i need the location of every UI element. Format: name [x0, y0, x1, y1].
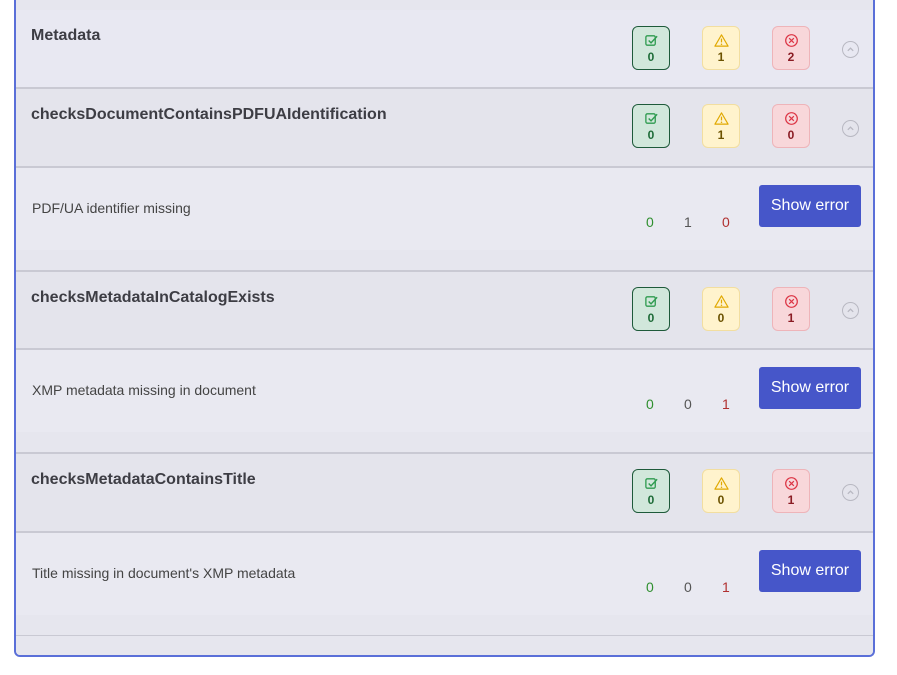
chevron-up-icon[interactable]: [842, 484, 859, 501]
warning-count: 0: [717, 311, 725, 325]
x-circle-icon: [784, 477, 798, 490]
error-badge: 1: [772, 287, 810, 331]
section-title: checksMetadataInCatalogExists: [31, 289, 275, 306]
detail-passed-count: 0: [646, 214, 654, 230]
detail-error-count: 0: [722, 214, 730, 230]
check-square-icon: [644, 478, 658, 489]
warning-badge: 0: [702, 287, 740, 331]
error-count: 2: [787, 50, 795, 64]
section-header-metadata[interactable]: Metadata 0 1 2: [16, 10, 873, 89]
section-header-pdfua-identification[interactable]: checksDocumentContainsPDFUAIdentificatio…: [16, 89, 873, 168]
error-count: 1: [787, 493, 795, 507]
detail-passed-count: 0: [646, 579, 654, 595]
error-badge: 2: [772, 26, 810, 70]
warning-count: 1: [717, 128, 725, 142]
warning-badge: 0: [702, 469, 740, 513]
section-header-metadata-in-catalog[interactable]: checksMetadataInCatalogExists 0 0 1: [16, 272, 873, 350]
error-badge: 1: [772, 469, 810, 513]
warning-badge: 1: [702, 26, 740, 70]
warning-badge: 1: [702, 104, 740, 148]
chevron-up-icon[interactable]: [842, 41, 859, 58]
check-square-icon: [644, 296, 658, 307]
warning-triangle-icon: [713, 295, 729, 308]
detail-error-count: 1: [722, 579, 730, 595]
detail-warning-count: 1: [684, 214, 692, 230]
warning-count: 1: [717, 50, 725, 64]
error-badge: 0: [772, 104, 810, 148]
x-circle-icon: [784, 34, 798, 47]
check-square-icon: [644, 35, 658, 46]
chevron-up-icon[interactable]: [842, 302, 859, 319]
error-detail-row: XMP metadata missing in document 0 0 1 S…: [16, 350, 873, 454]
error-count: 0: [787, 128, 795, 142]
passed-count: 0: [647, 50, 655, 64]
section-header-metadata-title[interactable]: checksMetadataContainsTitle 0 0 1: [16, 454, 873, 533]
passed-badge: 0: [632, 469, 670, 513]
error-message: PDF/UA identifier missing: [32, 200, 191, 216]
detail-error-count: 1: [722, 396, 730, 412]
validation-panel: Metadata 0 1 2 checksDocumentContainsPDF…: [14, 0, 875, 657]
detail-passed-count: 0: [646, 396, 654, 412]
error-count: 1: [787, 311, 795, 325]
detail-warning-count: 0: [684, 579, 692, 595]
section-title: checksMetadataContainsTitle: [31, 471, 256, 488]
section-title: checksDocumentContainsPDFUAIdentificatio…: [31, 106, 387, 123]
x-circle-icon: [784, 295, 798, 308]
show-error-button[interactable]: Show error: [759, 550, 861, 592]
check-square-icon: [644, 113, 658, 124]
passed-badge: 0: [632, 26, 670, 70]
passed-count: 0: [647, 128, 655, 142]
show-error-button[interactable]: Show error: [759, 185, 861, 227]
passed-count: 0: [647, 493, 655, 507]
chevron-up-icon[interactable]: [842, 120, 859, 137]
x-circle-icon: [784, 112, 798, 125]
warning-triangle-icon: [713, 34, 729, 47]
error-message: XMP metadata missing in document: [32, 382, 256, 398]
warning-count: 0: [717, 493, 725, 507]
error-detail-row: PDF/UA identifier missing 0 1 0 Show err…: [16, 168, 873, 272]
passed-count: 0: [647, 311, 655, 325]
passed-badge: 0: [632, 104, 670, 148]
warning-triangle-icon: [713, 112, 729, 125]
panel-footer: [16, 636, 873, 655]
show-error-button[interactable]: Show error: [759, 367, 861, 409]
error-detail-row: Title missing in document's XMP metadata…: [16, 533, 873, 637]
section-title: Metadata: [31, 27, 101, 44]
warning-triangle-icon: [713, 477, 729, 490]
detail-warning-count: 0: [684, 396, 692, 412]
passed-badge: 0: [632, 287, 670, 331]
error-message: Title missing in document's XMP metadata: [32, 565, 296, 581]
